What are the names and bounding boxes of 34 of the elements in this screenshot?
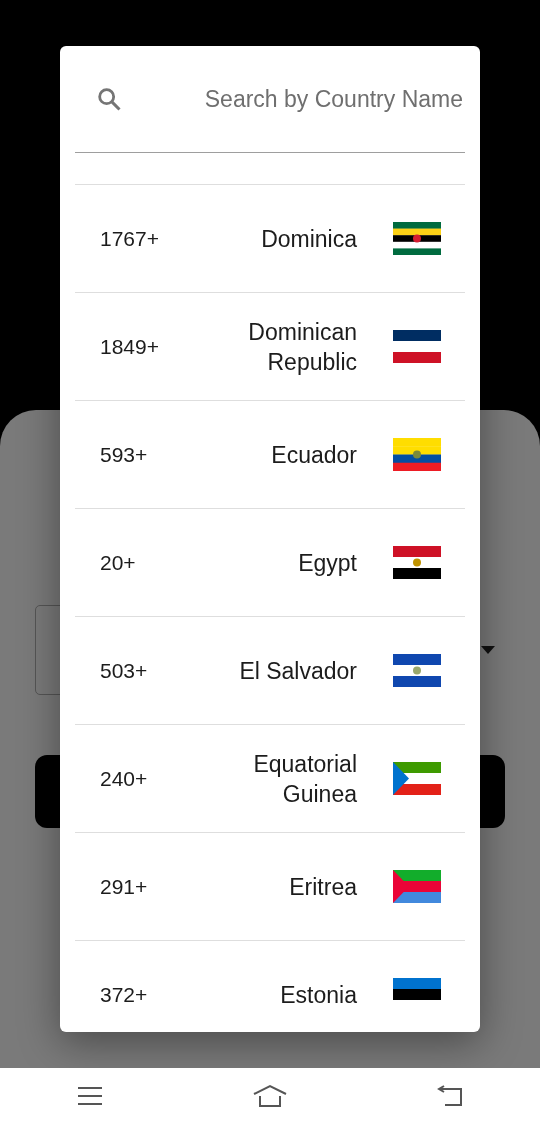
country-name: Estonia	[279, 980, 357, 1010]
country-row[interactable]: 372+ Estonia	[75, 941, 465, 1032]
dial-code: 20+	[100, 550, 137, 575]
dial-code: 372+	[100, 982, 149, 1007]
country-name: Dominica	[260, 224, 357, 254]
dial-code: 1767+	[100, 226, 160, 251]
flag-icon	[393, 654, 441, 687]
dial-code: 503+	[100, 658, 149, 683]
flag-icon	[393, 438, 441, 471]
flag-icon	[393, 222, 441, 255]
search-icon	[95, 85, 123, 113]
dial-code: 291+	[100, 874, 149, 899]
dropdown-caret-icon	[481, 646, 495, 654]
country-row[interactable]: 20+ Egypt	[75, 509, 465, 617]
dial-code: 593+	[100, 442, 149, 467]
country-name: Dominican Republic	[247, 317, 357, 377]
country-name: Ecuador	[270, 440, 357, 470]
country-row[interactable]: 1767+ Dominica	[75, 185, 465, 293]
dial-code: 1849+	[100, 334, 160, 359]
flag-icon	[393, 330, 441, 363]
country-row[interactable]: 1849+ Dominican Republic	[75, 293, 465, 401]
search-field[interactable]: Search by Country Name	[123, 84, 465, 114]
flag-icon	[393, 762, 441, 795]
country-row[interactable]: 593+ Ecuador	[75, 401, 465, 509]
country-name: Eritrea	[288, 872, 357, 902]
flag-icon	[393, 870, 441, 903]
country-row[interactable]: 503+ El Salvador	[75, 617, 465, 725]
country-name: Equatorial Guinea	[252, 749, 357, 809]
country-name: Egypt	[297, 548, 357, 578]
country-row[interactable]: 240+ Equatorial Guinea	[75, 725, 465, 833]
dial-code: 240+	[100, 766, 149, 791]
country-row[interactable]: 291+ Eritrea	[75, 833, 465, 941]
flag-icon	[393, 546, 441, 579]
country-name: El Salvador	[238, 656, 357, 686]
